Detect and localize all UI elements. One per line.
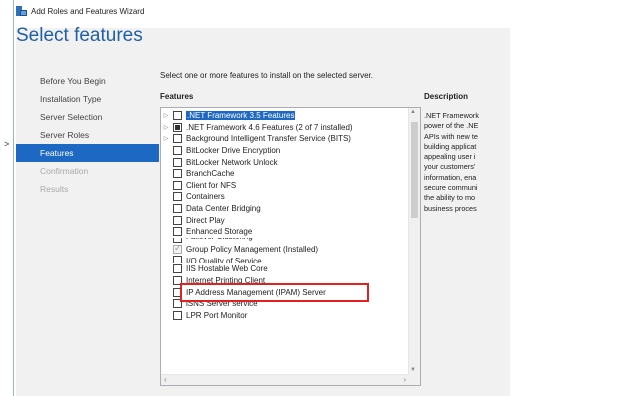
feature-label: BitLocker Network Unlock [186, 157, 278, 167]
description-text: .NET Framework power of the .NE APIs with … [424, 111, 494, 231]
feature-checkbox[interactable] [173, 256, 182, 264]
feature-checkbox[interactable] [173, 157, 182, 167]
feature-checkbox[interactable] [173, 134, 182, 144]
nav-item-confirmation: Confirmation [40, 166, 89, 176]
feature-label: .NET Framework 3.5 Features [186, 111, 296, 121]
description-line: .NET Framework [424, 111, 480, 120]
feature-item[interactable]: ▷ .NET Framework 4.6 Features (2 of 7 ins… [161, 122, 409, 134]
feature-item[interactable]: BitLocker Network Unlock [161, 156, 409, 168]
feature-item[interactable]: ▷ Background Intelligent Transfer Service… [161, 133, 409, 145]
nav-item-server-roles[interactable]: Server Roles [16, 126, 159, 144]
feature-item[interactable]: BitLocker Drive Encryption [161, 145, 409, 157]
feature-label: BitLocker Drive Encryption [186, 146, 281, 156]
scroll-right-icon[interactable]: › [403, 375, 406, 384]
title-bar: Add Roles and Features Wizard [16, 4, 144, 18]
window-left-border [13, 0, 14, 396]
feature-item[interactable]: Group Policy Management (Installed) [161, 243, 409, 256]
window-title: Add Roles and Features Wizard [31, 6, 145, 16]
scroll-down-icon[interactable]: ▼ [410, 367, 416, 373]
expand-arrow-icon[interactable]: ▷ [161, 135, 171, 142]
scroll-up-icon[interactable]: ▲ [410, 109, 416, 115]
feature-checkbox[interactable] [173, 111, 182, 121]
description-line: building applicat [424, 141, 477, 151]
description-header: Description [424, 92, 469, 101]
nav-item-features[interactable]: Features [16, 144, 159, 162]
description-line: secure communi [424, 183, 478, 193]
nav-item-server-selection[interactable]: Server Selection [16, 108, 159, 126]
nav-item-before-you-begin[interactable]: Before You Begin [16, 72, 159, 90]
feature-item[interactable]: BranchCache [161, 168, 409, 180]
feature-label: Containers [186, 192, 225, 202]
description-line: appealing user i [424, 152, 476, 162]
description-line: information, ena [424, 172, 477, 182]
expand-arrow-icon[interactable]: ▷ [161, 124, 171, 131]
feature-checkbox[interactable] [173, 169, 182, 179]
feature-item[interactable]: I/O Quality of Service [161, 255, 409, 264]
feature-checkbox[interactable] [173, 204, 182, 214]
feature-item[interactable]: LPR Port Monitor [161, 310, 409, 322]
feature-item[interactable]: IIS Hostable Web Core [161, 263, 409, 275]
expand-arrow-icon[interactable]: ▷ [161, 112, 171, 119]
feature-label: Enhanced Storage [186, 227, 253, 237]
feature-item[interactable]: Direct Play [161, 214, 409, 226]
feature-label: Direct Play [186, 215, 225, 225]
feature-checkbox[interactable] [173, 227, 182, 237]
feature-label: BranchCache [186, 169, 235, 179]
features-header: Features [160, 92, 194, 101]
annotation-highlight-box [180, 283, 369, 302]
feature-label: LPR Port Monitor [186, 310, 248, 320]
description-line: the ability to mo [424, 193, 476, 203]
scroll-left-icon[interactable]: ‹ [164, 375, 167, 384]
feature-item[interactable]: Data Center Bridging [161, 203, 409, 215]
feature-checkbox[interactable] [173, 180, 182, 190]
server-manager-icon [16, 6, 27, 16]
feature-checkbox[interactable] [173, 192, 182, 202]
vertical-scrollbar[interactable]: ▲ ▼ [408, 108, 420, 385]
features-list-box[interactable]: ▷ .NET Framework 3.5 Features ▷ .NET Framew… [160, 107, 421, 386]
feature-label: Failover Clustering [186, 238, 253, 241]
description-line: your customers' [424, 162, 476, 172]
feature-label: Client for NFS [186, 180, 237, 190]
feature-checkbox[interactable] [173, 310, 182, 320]
description-line: APIs with new te [424, 131, 478, 141]
feature-item[interactable]: Containers [161, 191, 409, 203]
feature-item[interactable]: Enhanced Storage [161, 226, 409, 238]
collapse-arrow-icon: > [4, 139, 10, 149]
feature-checkbox[interactable] [173, 243, 182, 254]
feature-label: IIS Hostable Web Core [186, 264, 268, 274]
feature-checkbox[interactable] [173, 264, 182, 274]
feature-checkbox[interactable] [173, 146, 182, 156]
nav-item-results: Results [40, 184, 69, 194]
feature-checkbox[interactable] [173, 215, 182, 225]
feature-label: .NET Framework 4.6 Features (2 of 7 inst… [186, 122, 353, 132]
page-title: Select features [16, 25, 143, 46]
feature-label: Group Policy Management (Installed) [186, 244, 319, 254]
feature-checkbox[interactable] [173, 122, 182, 132]
feature-item[interactable]: Client for NFS [161, 180, 409, 192]
feature-label: Background Intelligent Transfer Service … [186, 134, 351, 144]
wizard-nav: Before You Begin Installation Type Server … [16, 72, 159, 198]
scroll-thumb[interactable] [411, 122, 418, 218]
description-line: business proces [424, 203, 477, 213]
feature-checkbox[interactable] [173, 237, 182, 243]
horizontal-scrollbar[interactable]: ‹ › [161, 374, 409, 385]
feature-label: I/O Quality of Service [186, 257, 262, 264]
description-line: power of the .NE [424, 121, 479, 131]
nav-item-installation-type[interactable]: Installation Type [16, 90, 159, 108]
feature-item[interactable]: ▷ .NET Framework 3.5 Features [161, 110, 409, 122]
feature-label: Data Center Bridging [186, 204, 261, 214]
instruction-text: Select one or more features to install o… [160, 71, 374, 80]
